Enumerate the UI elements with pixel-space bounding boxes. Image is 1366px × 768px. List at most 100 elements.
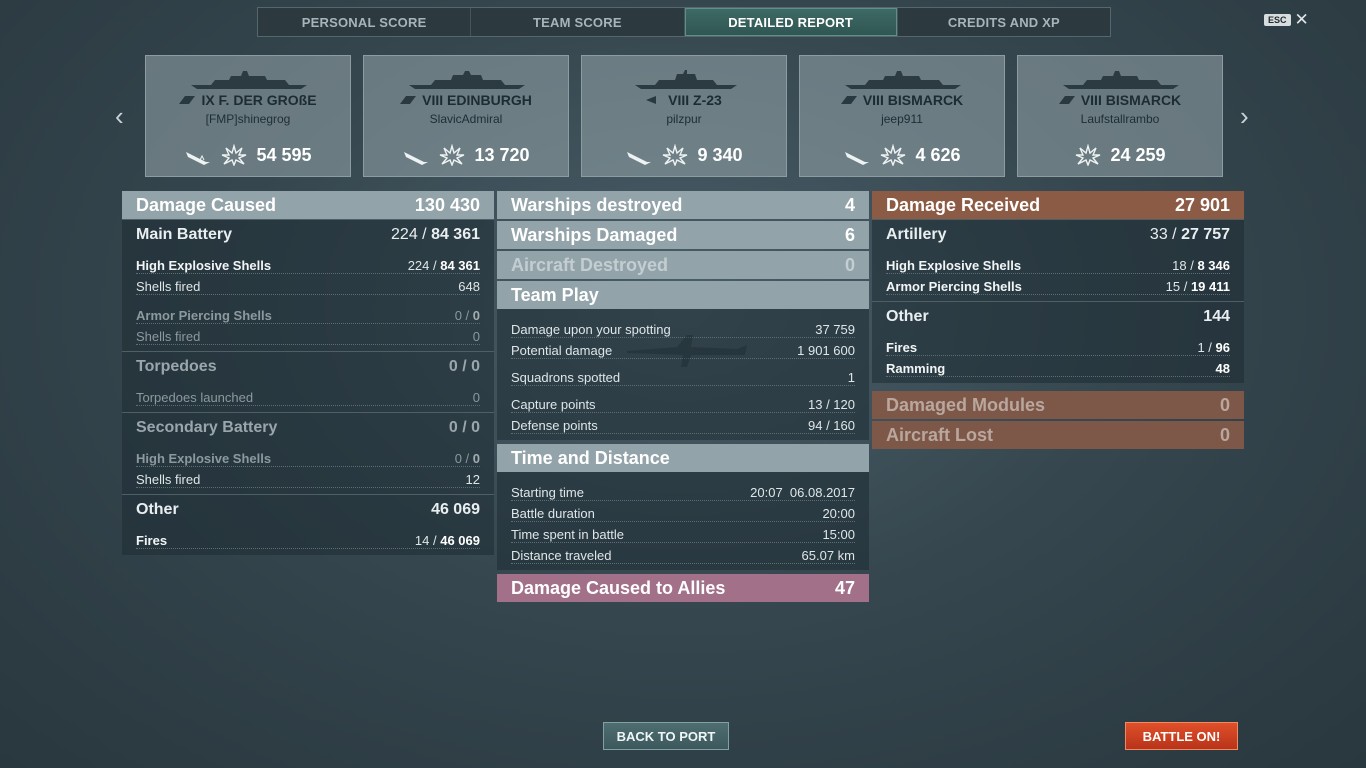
ship-card[interactable]: IX F. DER GROßE [FMP]shinegrog 54 595 [145,55,351,177]
damage-value: 13 720 [474,144,530,165]
received-fires-row: Fires 1 / 96 [886,335,1230,356]
ship-name: VIII BISMARCK [1080,92,1182,108]
ship-card[interactable]: VIII EDINBURGH SlavicAdmiral 13 720 [363,55,569,177]
ship-card[interactable]: VIII Z-23 pilzpur 9 340 [581,55,787,177]
previous-arrow-icon[interactable]: ‹ [115,103,124,129]
back-to-port-button[interactable]: BACK TO PORT [603,722,729,750]
row-value: 14 / 46 069 [414,533,480,548]
damage-value: 24 259 [1110,144,1166,165]
aircraft-watermark-icon [627,335,747,367]
row-label: Squadrons spotted [511,370,621,385]
secondary-battery-value: 0 / 0 [448,418,480,436]
damage-value: 54 595 [256,144,312,165]
damaged-modules-value: 0 [1219,394,1230,415]
main-battery-hits: 224 [391,225,418,243]
received-he-row: High Explosive Shells 18 / 8 346 [886,253,1230,274]
row-label: Fires [886,340,918,355]
ship-class-icon [646,96,657,104]
damage-burst-icon [222,144,247,166]
ship-card[interactable]: VIII BISMARCK jeep911 4 626 [799,55,1005,177]
other-caused-header: Other 46 069 [122,494,494,524]
other-received-value: 144 [1203,307,1230,325]
destroyer-silhouette-icon [635,70,737,89]
start-date: 06.08.2017 [789,485,855,500]
tab-team-score[interactable]: TEAM SCORE [471,8,685,36]
row-label: High Explosive Shells [136,258,272,273]
mb-he-shells-fired-row: Shells fired 648 [136,274,480,295]
damage: 84 361 [440,258,480,273]
secondary-battery-title: Secondary Battery [136,418,278,436]
row-value: 1 901 600 [797,343,855,358]
ship-class-icon [840,96,857,104]
warships-damaged-header: Warships Damaged 6 [497,221,869,249]
row-value: 18 / 8 346 [1172,258,1230,273]
ship-name: VIII BISMARCK [862,92,964,108]
torpedoes-title: Torpedoes [136,357,217,375]
player-name: Laufstallrambo [1080,112,1160,126]
hits: 0 [454,308,462,323]
aircraft-destroyed-title: Aircraft Destroyed [511,254,669,275]
torpedoes-value: 0 / 0 [448,357,480,375]
mb-he-shells-row: High Explosive Shells 224 / 84 361 [136,253,480,274]
row-value: 94 / 160 [808,418,855,433]
mb-ap-shells-fired-row: Shells fired 0 [136,324,480,345]
damage-burst-icon [440,144,465,166]
hits: 18 [1172,258,1187,273]
battle-on-button[interactable]: BATTLE ON! [1125,722,1238,750]
damage: 46 069 [440,533,480,548]
aircraft-lost-value: 0 [1219,424,1230,445]
damage: 0 [472,308,480,323]
warships-damaged-value: 6 [844,224,855,245]
damage: 0 [472,451,480,466]
time-distance-header: Time and Distance [497,444,869,472]
tab-detailed-report[interactable]: DETAILED REPORT [684,8,898,36]
player-name: [FMP]shinegrog [205,112,291,126]
other-caused-title: Other [136,500,179,518]
distance-traveled-row: Distance traveled 65.07 km [511,543,855,564]
aircraft-destroyed-value: 0 [844,254,855,275]
warships-destroyed-header: Warships destroyed 4 [497,191,869,219]
row-label: Battle duration [511,506,595,521]
damage-burst-icon [1076,144,1101,166]
player-name: SlavicAdmiral [429,112,503,126]
other-received-header: Other 144 [872,301,1244,331]
ship-name: IX F. DER GROßE [201,92,317,108]
row-value: 0 [472,390,480,405]
damage: 96 [1215,340,1230,355]
next-arrow-icon[interactable]: › [1240,103,1249,129]
aircraft-destroyed-header: Aircraft Destroyed 0 [497,251,869,279]
row-label: Time spent in battle [511,527,624,542]
damage: 48 [1215,361,1230,376]
damage-received-title: Damage Received [886,194,1041,215]
close-icon[interactable]: ✕ [1295,11,1309,28]
damage-received-column: Damage Received 27 901 Artillery 33 / 27… [872,191,1244,449]
row-value: 65.07 km [801,548,855,563]
ship-card[interactable]: VIII BISMARCK Laufstallrambo 24 259 [1017,55,1223,177]
damage-caused-value: 130 430 [414,194,480,215]
ship-class-icon [1058,96,1075,104]
row-value: 20:07 06.08.2017 [750,485,855,500]
damage-caused-panel: Damage Caused 130 430 Main Battery 224 /… [122,191,494,555]
row-value: 13 / 120 [808,397,855,412]
fires-caused-row: Fires 14 / 46 069 [136,528,480,549]
damage-caused-header: Damage Caused 130 430 [122,191,494,219]
warships-damaged-title: Warships Damaged [511,224,678,245]
row-label: Armor Piercing Shells [136,308,272,323]
sec-shells-fired-row: Shells fired 12 [136,467,480,488]
aircraft-lost-header: Aircraft Lost 0 [872,421,1244,449]
damage-to-allies-title: Damage Caused to Allies [511,577,726,598]
team-play-title: Team Play [511,284,599,305]
cruiser-silhouette-icon [409,71,525,89]
secondary-battery-header: Secondary Battery 0 / 0 [122,412,494,442]
hits: 15 [1165,279,1181,294]
row-label: Potential damage [511,343,613,358]
damaged-modules-title: Damaged Modules [886,394,1046,415]
time-distance-rows: Starting time 20:07 06.08.2017 Battle du… [497,472,869,570]
row-label: Shells fired [136,472,201,487]
tab-credits-and-xp[interactable]: CREDITS AND XP [898,8,1110,36]
close-button[interactable]: ESC ✕ [1264,11,1309,28]
tab-personal-score[interactable]: PERSONAL SCORE [258,8,472,36]
damage-to-allies-header: Damage Caused to Allies 47 [497,574,869,602]
artillery-value: 33 / 27 757 [1149,225,1230,243]
report-tabs: PERSONAL SCORE TEAM SCORE DETAILED REPOR… [257,7,1111,37]
